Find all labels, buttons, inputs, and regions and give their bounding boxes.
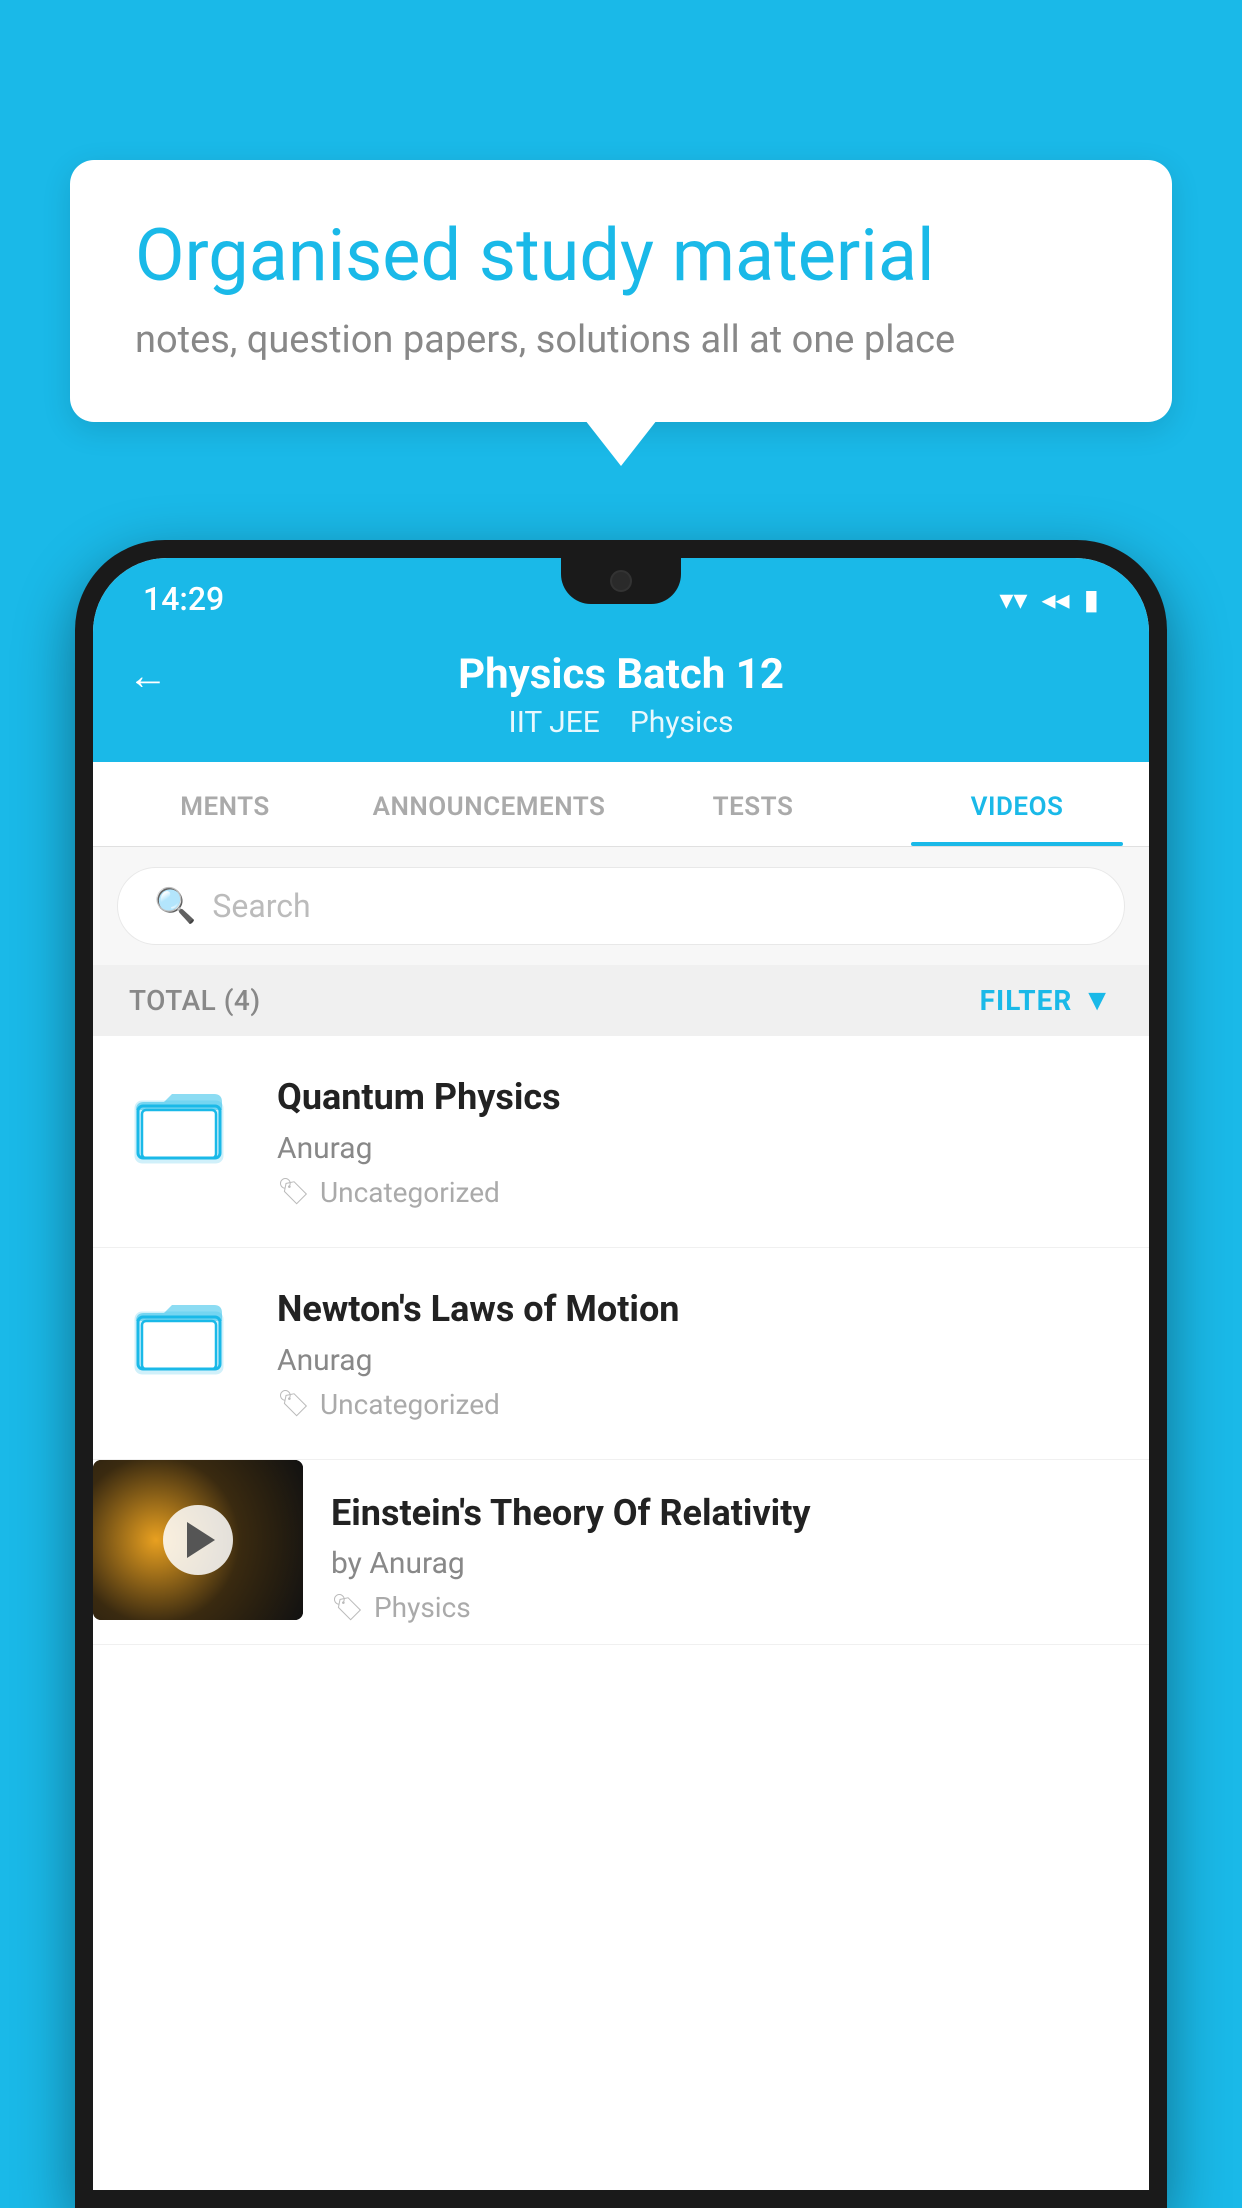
phone-shell: 14:29 ▾▾ ◂◂ ▮ ← Physics Batch 12 IIT JEE… bbox=[75, 540, 1167, 2208]
folder-icon bbox=[134, 1293, 224, 1378]
video-title: Newton's Laws of Motion bbox=[277, 1286, 1113, 1333]
tag-label: Uncategorized bbox=[320, 1176, 500, 1209]
tag-icon: 🏷 bbox=[331, 1593, 364, 1623]
signal-icon: ◂◂ bbox=[1041, 583, 1069, 616]
phone-screen: 14:29 ▾▾ ◂◂ ▮ ← Physics Batch 12 IIT JEE… bbox=[93, 558, 1149, 2190]
wifi-icon: ▾▾ bbox=[999, 583, 1027, 616]
header-tag-physics: Physics bbox=[630, 705, 734, 740]
camera bbox=[610, 570, 632, 592]
video-info: Quantum Physics Anurag 🏷 Uncategorized bbox=[249, 1074, 1113, 1209]
status-time: 14:29 bbox=[143, 580, 224, 618]
tab-tests[interactable]: TESTS bbox=[621, 762, 885, 846]
tag-icon: 🏷 bbox=[277, 1177, 310, 1207]
folder-icon bbox=[134, 1082, 224, 1167]
tabs-bar: MENTS ANNOUNCEMENTS TESTS VIDEOS bbox=[93, 762, 1149, 847]
video-tag: 🏷 Uncategorized bbox=[277, 1176, 1113, 1209]
back-button[interactable]: ← bbox=[128, 652, 168, 699]
folder-icon-wrap bbox=[129, 1286, 229, 1386]
total-label: TOTAL (4) bbox=[129, 984, 261, 1017]
tab-announcements[interactable]: ANNOUNCEMENTS bbox=[357, 762, 621, 846]
filter-bar: TOTAL (4) FILTER ▼ bbox=[93, 965, 1149, 1036]
filter-label: FILTER bbox=[980, 984, 1073, 1017]
tab-videos[interactable]: VIDEOS bbox=[885, 762, 1149, 846]
video-tag: 🏷 Uncategorized bbox=[277, 1388, 1113, 1421]
video-list: Quantum Physics Anurag 🏷 Uncategorized bbox=[93, 1036, 1149, 2190]
tag-label: Uncategorized bbox=[320, 1388, 500, 1421]
list-item[interactable]: Quantum Physics Anurag 🏷 Uncategorized bbox=[93, 1036, 1149, 1248]
filter-icon: ▼ bbox=[1082, 983, 1113, 1018]
video-author: Anurag bbox=[277, 1343, 1113, 1378]
bubble-title: Organised study material bbox=[135, 215, 1107, 298]
play-button-overlay[interactable] bbox=[93, 1460, 303, 1620]
video-info: Einstein's Theory Of Relativity by Anura… bbox=[303, 1460, 1113, 1645]
tag-label: Physics bbox=[374, 1591, 471, 1624]
play-icon bbox=[187, 1522, 215, 1558]
search-icon: 🔍 bbox=[154, 886, 196, 926]
battery-icon: ▮ bbox=[1084, 583, 1099, 616]
search-placeholder: Search bbox=[212, 887, 310, 925]
app-header: ← Physics Batch 12 IIT JEE Physics bbox=[93, 630, 1149, 762]
status-icons: ▾▾ ◂◂ ▮ bbox=[999, 583, 1099, 616]
tag-icon: 🏷 bbox=[277, 1389, 310, 1419]
speech-bubble: Organised study material notes, question… bbox=[70, 160, 1172, 422]
play-circle bbox=[163, 1505, 233, 1575]
bubble-subtitle: notes, question papers, solutions all at… bbox=[135, 318, 1107, 362]
search-bar[interactable]: 🔍 Search bbox=[117, 867, 1125, 945]
filter-button[interactable]: FILTER ▼ bbox=[980, 983, 1113, 1018]
video-thumbnail bbox=[93, 1460, 303, 1620]
video-title: Quantum Physics bbox=[277, 1074, 1113, 1121]
video-tag: 🏷 Physics bbox=[331, 1591, 1093, 1624]
header-tags: IIT JEE Physics bbox=[509, 705, 734, 740]
folder-icon-wrap bbox=[129, 1074, 229, 1174]
tab-ments[interactable]: MENTS bbox=[93, 762, 357, 846]
video-author: by Anurag bbox=[331, 1546, 1093, 1581]
video-info: Newton's Laws of Motion Anurag 🏷 Uncateg… bbox=[249, 1286, 1113, 1421]
list-item[interactable]: Newton's Laws of Motion Anurag 🏷 Uncateg… bbox=[93, 1248, 1149, 1460]
notch bbox=[561, 558, 681, 604]
search-container: 🔍 Search bbox=[93, 847, 1149, 965]
header-tag-iitjee: IIT JEE bbox=[509, 705, 600, 740]
video-title: Einstein's Theory Of Relativity bbox=[331, 1490, 1093, 1537]
video-author: Anurag bbox=[277, 1131, 1113, 1166]
list-item[interactable]: Einstein's Theory Of Relativity by Anura… bbox=[93, 1460, 1149, 1646]
header-title: Physics Batch 12 bbox=[458, 650, 784, 699]
